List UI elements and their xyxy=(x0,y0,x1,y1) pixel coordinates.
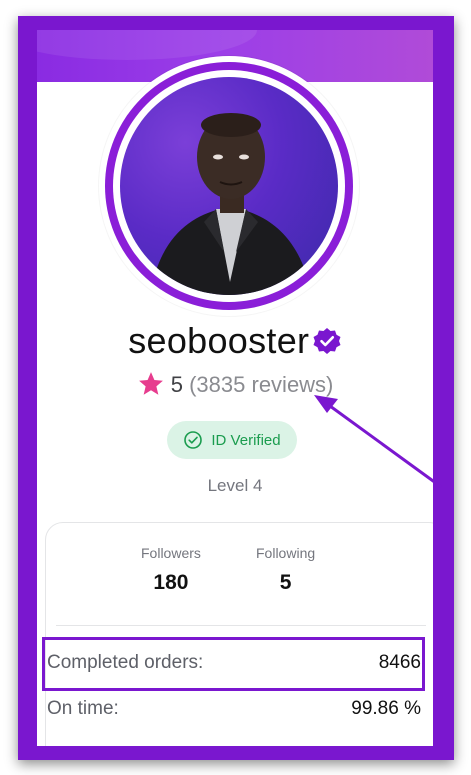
annotation-arrow xyxy=(314,395,442,488)
